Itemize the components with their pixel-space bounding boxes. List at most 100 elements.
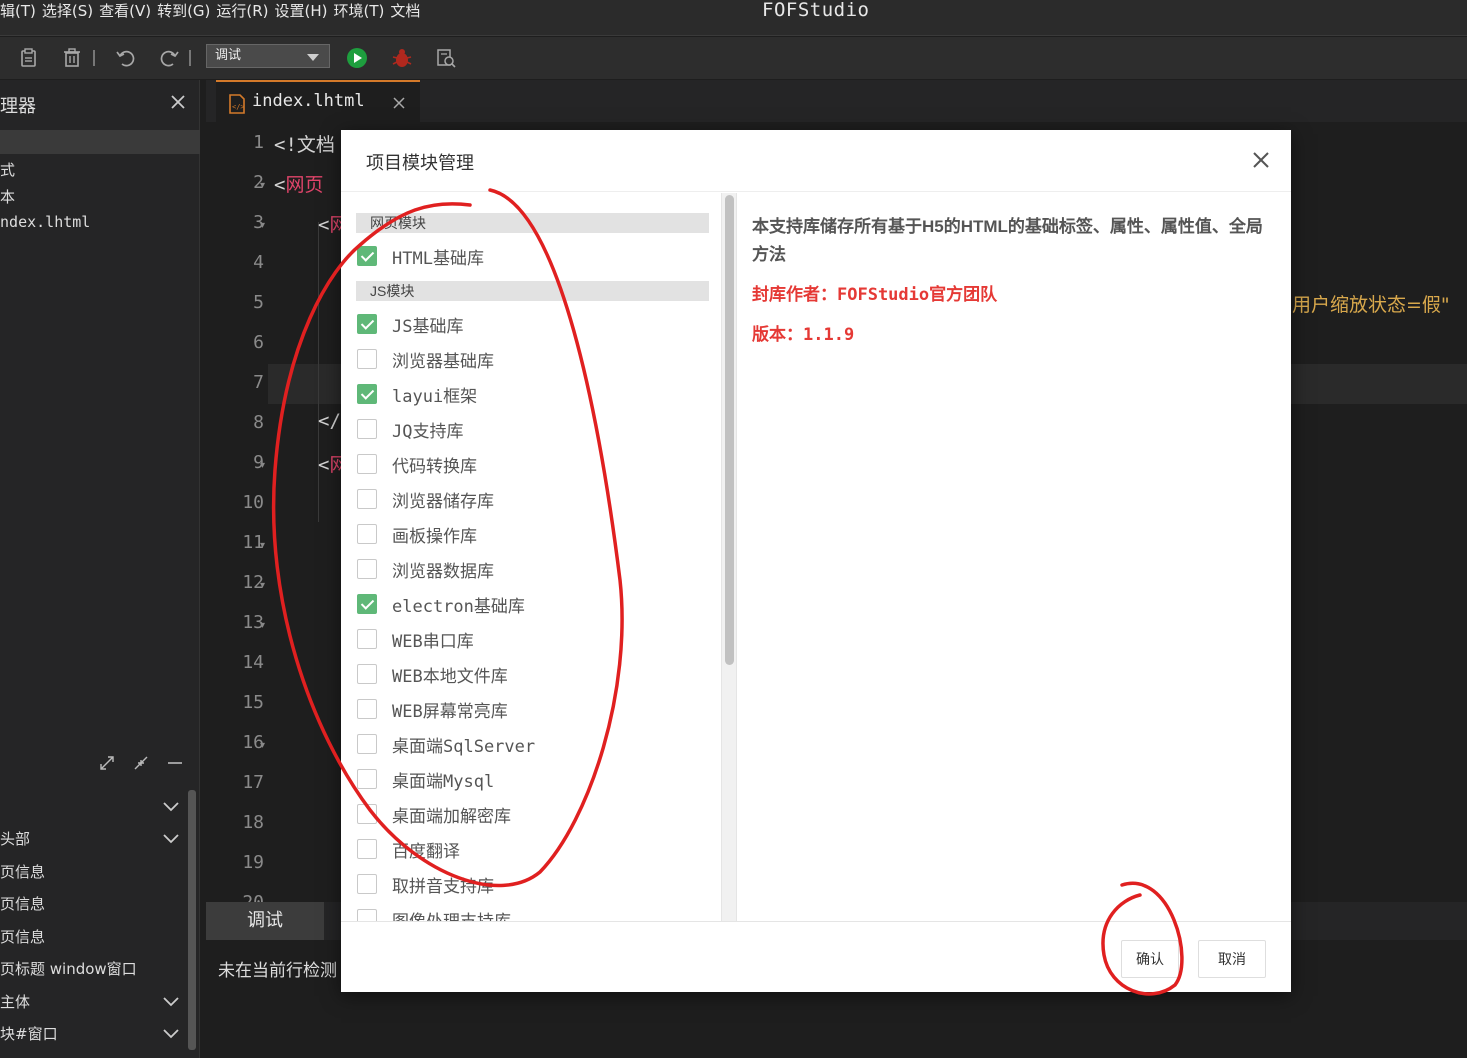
module-item[interactable]: 桌面端加解密库 [357, 801, 511, 827]
run-mode-select[interactable]: 调试 [206, 44, 330, 68]
checkbox[interactable] [357, 769, 377, 789]
expand-icon[interactable] [98, 754, 116, 772]
checkbox[interactable] [357, 804, 377, 824]
trash-icon[interactable] [61, 47, 83, 69]
module-item[interactable]: 浏览器数据库 [357, 556, 494, 582]
tree-item[interactable]: 式 [0, 159, 15, 180]
module-item[interactable]: 取拼音支持库 [357, 871, 494, 897]
module-item[interactable]: 桌面端SqlServer [357, 731, 535, 757]
chevron-down-icon[interactable] [162, 1027, 180, 1039]
checkbox-checked[interactable] [357, 314, 377, 334]
outline-item[interactable]: 页信息 [0, 861, 45, 882]
code-line-8: </ [318, 410, 341, 432]
module-author: 封库作者：FOFStudio官方团队 [752, 281, 1276, 309]
outline-item[interactable]: 主体 [0, 991, 30, 1012]
search-file-icon[interactable] [435, 47, 457, 69]
toolbar-divider [93, 50, 95, 66]
menu-view[interactable]: 查看(V) [91, 0, 151, 22]
module-item[interactable]: electron基础库 [357, 591, 525, 617]
fold-marker[interactable]: ▾ [260, 620, 265, 631]
module-item[interactable]: WEB屏幕常亮库 [357, 696, 508, 722]
module-item[interactable]: 百度翻译 [357, 836, 460, 862]
module-item[interactable]: 图像处理支持库 [357, 906, 511, 921]
checkbox[interactable] [357, 524, 377, 544]
outline-item[interactable]: 头部 [0, 828, 30, 849]
checkbox[interactable] [357, 489, 377, 509]
debug-bug-icon[interactable] [391, 47, 413, 69]
chevron-down-icon[interactable] [162, 995, 180, 1007]
fold-marker[interactable]: ▾ [260, 740, 265, 751]
fold-marker[interactable]: ▾ [260, 180, 265, 191]
module-item[interactable]: JS基础库 [357, 311, 463, 337]
module-list-scrollbar[interactable] [721, 193, 737, 921]
menu-environment[interactable]: 环境(T) [326, 0, 385, 22]
tab-debug[interactable]: 调试 [206, 902, 324, 940]
debug-message: 未在当前行检测 [218, 961, 337, 981]
line-number: 6 [253, 332, 264, 353]
fold-marker[interactable]: ▾ [260, 540, 265, 551]
fold-marker[interactable]: ▾ [260, 220, 265, 231]
checkbox[interactable] [357, 454, 377, 474]
checkbox[interactable] [357, 909, 377, 921]
collapse-icon[interactable] [132, 754, 150, 772]
tree-item[interactable]: 本 [0, 186, 15, 207]
module-item[interactable]: 浏览器基础库 [357, 346, 494, 372]
cancel-button[interactable]: 取消 [1198, 940, 1266, 978]
checkbox[interactable] [357, 839, 377, 859]
module-item[interactable]: layui框架 [357, 381, 477, 407]
module-item[interactable]: HTML基础库 [357, 243, 484, 269]
editor-tab[interactable]: </> index.lhtml [216, 80, 420, 122]
module-item[interactable]: WEB本地文件库 [357, 661, 508, 687]
tree-selected-row[interactable] [0, 130, 200, 154]
checkbox[interactable] [357, 699, 377, 719]
checkbox[interactable] [357, 734, 377, 754]
module-item[interactable]: WEB串口库 [357, 626, 474, 652]
line-number: 16 [242, 732, 264, 753]
checkbox[interactable] [357, 874, 377, 894]
module-item[interactable]: 桌面端Mysql [357, 766, 494, 792]
module-label: JS基础库 [392, 316, 464, 337]
menu-goto[interactable]: 转到(G) [149, 0, 210, 22]
chevron-down-icon[interactable] [162, 800, 180, 812]
checkbox[interactable] [357, 419, 377, 439]
editor-tab-bar: </> index.lhtml [206, 80, 1467, 122]
chevron-down-icon[interactable] [162, 832, 180, 844]
run-icon[interactable] [346, 47, 368, 69]
module-item[interactable]: JQ支持库 [357, 416, 463, 442]
menu-docs[interactable]: 文档 [382, 0, 420, 22]
module-item[interactable]: 浏览器储存库 [357, 486, 494, 512]
close-icon[interactable] [168, 92, 188, 112]
outline-item[interactable]: 块#窗口 [0, 1023, 58, 1044]
clipboard-icon[interactable] [18, 47, 40, 69]
close-icon[interactable] [392, 96, 406, 110]
outline-item[interactable]: 页信息 [0, 893, 45, 914]
menu-bar: 辑(T) 选择(S) 查看(V) 转到(G) 运行(R) 设置(H) 环境(T)… [0, 0, 420, 22]
redo-icon[interactable] [159, 47, 181, 69]
checkbox-checked[interactable] [357, 594, 377, 614]
scrollbar-thumb[interactable] [725, 195, 734, 665]
menu-settings[interactable]: 设置(H) [267, 0, 328, 22]
checkbox[interactable] [357, 349, 377, 369]
undo-icon[interactable] [114, 47, 136, 69]
checkbox[interactable] [357, 559, 377, 579]
checkbox-checked[interactable] [357, 246, 377, 266]
menu-select[interactable]: 选择(S) [34, 0, 93, 22]
module-item[interactable]: 画板操作库 [357, 521, 477, 547]
menu-run[interactable]: 运行(R) [208, 0, 268, 22]
fold-marker[interactable]: ▾ [260, 460, 265, 471]
outline-scrollbar[interactable] [188, 790, 196, 1050]
checkbox-checked[interactable] [357, 384, 377, 404]
close-icon[interactable] [1251, 150, 1271, 170]
menu-edit[interactable]: 辑(T) [0, 0, 36, 22]
outline-item[interactable]: 页信息 [0, 926, 45, 947]
tree-item-file[interactable]: index.lhtml [0, 213, 90, 231]
module-item[interactable]: 代码转换库 [357, 451, 477, 477]
checkbox[interactable] [357, 664, 377, 684]
module-description: 本支持库储存所有基于H5的HTML的基础标签、属性、属性值、全局方法 [752, 217, 1263, 264]
outline-item[interactable]: 页标题 window窗口 [0, 958, 137, 979]
code-bracket: < [318, 214, 330, 236]
minimize-icon[interactable] [166, 754, 184, 772]
checkbox[interactable] [357, 629, 377, 649]
confirm-button[interactable]: 确认 [1121, 940, 1179, 978]
fold-marker[interactable]: ▾ [260, 580, 265, 591]
